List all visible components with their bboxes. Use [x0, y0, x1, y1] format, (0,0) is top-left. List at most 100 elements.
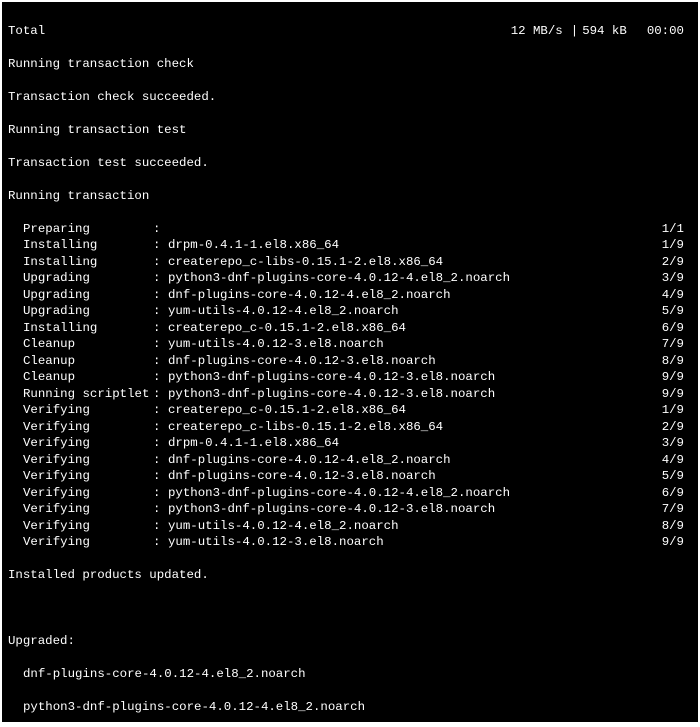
upgraded-item: python3-dnf-plugins-core-4.0.12-4.el8_2.…: [8, 699, 692, 716]
op-package: yum-utils-4.0.12-4.el8_2.noarch: [168, 303, 662, 320]
total-speed: 12 MB/s: [511, 23, 567, 40]
op-package: createrepo_c-libs-0.15.1-2.el8.x86_64: [168, 419, 662, 436]
transaction-op-row: Installing: drpm-0.4.1-1.el8.x86_641/9: [8, 237, 692, 254]
op-counter: 1/9: [662, 237, 692, 254]
op-colon: :: [153, 485, 168, 502]
op-counter: 7/9: [662, 501, 692, 518]
indent: [8, 287, 23, 304]
transaction-op-row: Verifying: createrepo_c-libs-0.15.1-2.el…: [8, 419, 692, 436]
op-label: Upgrading: [23, 287, 153, 304]
op-counter: 2/9: [662, 254, 692, 271]
transaction-op-row: Cleanup: dnf-plugins-core-4.0.12-3.el8.n…: [8, 353, 692, 370]
op-label: Installing: [23, 254, 153, 271]
indent: [8, 518, 23, 535]
indent: [8, 320, 23, 337]
op-label: Verifying: [23, 534, 153, 551]
op-colon: :: [153, 452, 168, 469]
op-colon: :: [153, 501, 168, 518]
op-package: python3-dnf-plugins-core-4.0.12-3.el8.no…: [168, 369, 662, 386]
total-label: Total: [8, 23, 45, 40]
transaction-op-row: Running scriptlet: python3-dnf-plugins-c…: [8, 386, 692, 403]
op-counter: 4/9: [662, 287, 692, 304]
op-label: Cleanup: [23, 369, 153, 386]
upgraded-item: dnf-plugins-core-4.0.12-4.el8_2.noarch: [8, 666, 692, 683]
op-colon: :: [153, 402, 168, 419]
op-counter: 8/9: [662, 353, 692, 370]
products-updated-line: Installed products updated.: [8, 567, 692, 584]
transaction-op-row: Cleanup: yum-utils-4.0.12-3.el8.noarch7/…: [8, 336, 692, 353]
op-label: Verifying: [23, 402, 153, 419]
op-counter: 1/1: [662, 221, 692, 238]
indent: [8, 270, 23, 287]
op-colon: :: [153, 369, 168, 386]
op-package: createrepo_c-0.15.1-2.el8.x86_64: [168, 402, 662, 419]
op-colon: :: [153, 287, 168, 304]
op-label: Verifying: [23, 485, 153, 502]
indent: [8, 254, 23, 271]
op-colon: :: [153, 254, 168, 271]
op-label: Upgrading: [23, 303, 153, 320]
status-line: Running transaction: [8, 188, 692, 205]
transaction-op-row: Cleanup: python3-dnf-plugins-core-4.0.12…: [8, 369, 692, 386]
op-package: yum-utils-4.0.12-3.el8.noarch: [168, 336, 662, 353]
transaction-op-row: Verifying: python3-dnf-plugins-core-4.0.…: [8, 501, 692, 518]
op-counter: 6/9: [662, 320, 692, 337]
op-label: Cleanup: [23, 336, 153, 353]
op-package: python3-dnf-plugins-core-4.0.12-4.el8_2.…: [168, 485, 662, 502]
op-colon: :: [153, 353, 168, 370]
status-line: Transaction check succeeded.: [8, 89, 692, 106]
total-time: 00:00: [647, 23, 692, 40]
total-row: Total 12 MB/s | 594 kB 00:00: [8, 23, 692, 40]
op-package: createrepo_c-libs-0.15.1-2.el8.x86_64: [168, 254, 662, 271]
transaction-op-row: Verifying: createrepo_c-0.15.1-2.el8.x86…: [8, 402, 692, 419]
spacer: [45, 23, 511, 40]
op-package: yum-utils-4.0.12-3.el8.noarch: [168, 534, 662, 551]
op-label: Verifying: [23, 452, 153, 469]
transaction-op-row: Verifying: yum-utils-4.0.12-3.el8.noarch…: [8, 534, 692, 551]
terminal-output[interactable]: Total 12 MB/s | 594 kB 00:00 Running tra…: [2, 2, 698, 722]
status-line: Transaction test succeeded.: [8, 155, 692, 172]
indent: [8, 353, 23, 370]
op-counter: 9/9: [662, 386, 692, 403]
op-colon: :: [153, 435, 168, 452]
op-label: Running scriptlet: [23, 386, 153, 403]
op-colon: :: [153, 270, 168, 287]
transaction-op-row: Verifying: drpm-0.4.1-1.el8.x86_643/9: [8, 435, 692, 452]
op-counter: 6/9: [662, 485, 692, 502]
op-counter: 8/9: [662, 518, 692, 535]
op-package: python3-dnf-plugins-core-4.0.12-3.el8.no…: [168, 501, 662, 518]
op-colon: :: [153, 419, 168, 436]
op-counter: 5/9: [662, 303, 692, 320]
op-counter: 3/9: [662, 270, 692, 287]
transaction-op-row: Verifying: python3-dnf-plugins-core-4.0.…: [8, 485, 692, 502]
op-colon: :: [153, 386, 168, 403]
indent: [8, 501, 23, 518]
transaction-op-row: Verifying: yum-utils-4.0.12-4.el8_2.noar…: [8, 518, 692, 535]
op-colon: :: [153, 518, 168, 535]
status-line: Running transaction test: [8, 122, 692, 139]
transaction-op-row: Verifying: dnf-plugins-core-4.0.12-3.el8…: [8, 468, 692, 485]
op-colon: :: [153, 468, 168, 485]
op-label: Installing: [23, 237, 153, 254]
indent: [8, 419, 23, 436]
op-label: Upgrading: [23, 270, 153, 287]
upgraded-header: Upgraded:: [8, 633, 692, 650]
op-package: dnf-plugins-core-4.0.12-4.el8_2.noarch: [168, 452, 662, 469]
op-package: [168, 221, 662, 238]
op-counter: 2/9: [662, 419, 692, 436]
total-sep: |: [567, 23, 582, 40]
blank-line: [8, 600, 692, 617]
indent: [8, 386, 23, 403]
transaction-op-row: Upgrading: python3-dnf-plugins-core-4.0.…: [8, 270, 692, 287]
op-package: drpm-0.4.1-1.el8.x86_64: [168, 237, 662, 254]
indent: [8, 402, 23, 419]
op-package: dnf-plugins-core-4.0.12-4.el8_2.noarch: [168, 287, 662, 304]
op-counter: 7/9: [662, 336, 692, 353]
indent: [8, 369, 23, 386]
transaction-op-row: Upgrading: yum-utils-4.0.12-4.el8_2.noar…: [8, 303, 692, 320]
indent: [8, 485, 23, 502]
status-line: Running transaction check: [8, 56, 692, 73]
op-colon: :: [153, 303, 168, 320]
transaction-op-row: Verifying: dnf-plugins-core-4.0.12-4.el8…: [8, 452, 692, 469]
op-counter: 9/9: [662, 369, 692, 386]
